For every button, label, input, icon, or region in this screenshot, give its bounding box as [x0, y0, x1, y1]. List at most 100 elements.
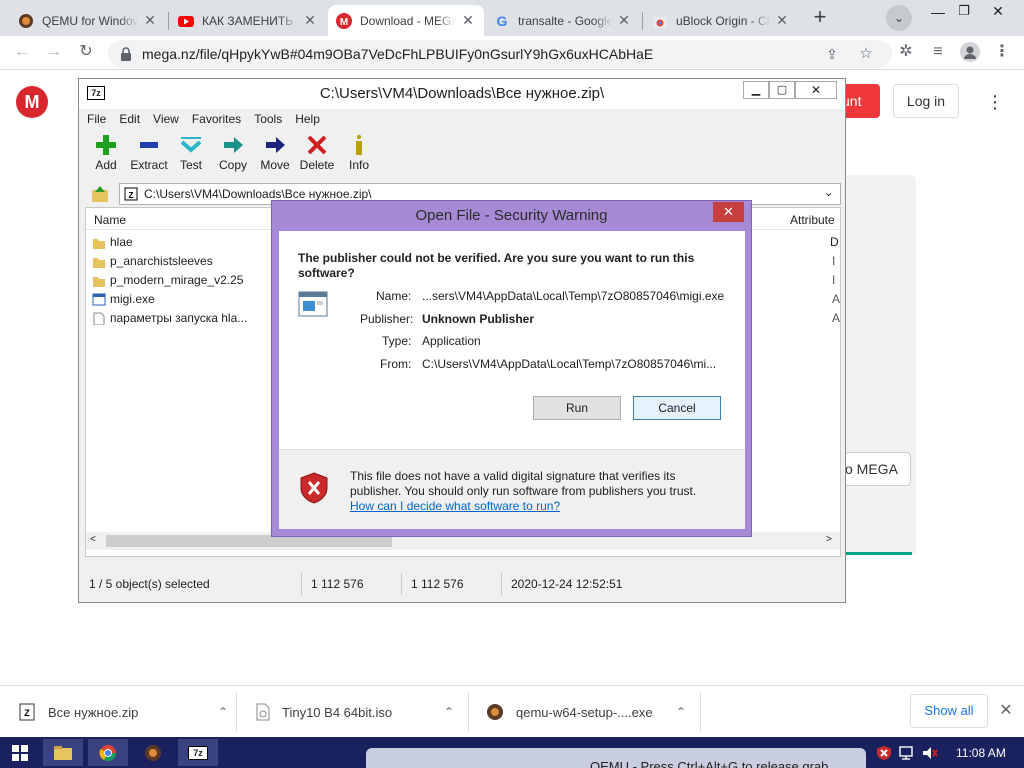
close-tab-icon[interactable]: ✕	[774, 12, 790, 29]
tab-strip: QEMU for Windows ✕ КАК ЗАМЕНИТЬ ✕ M Down…	[0, 0, 1024, 36]
delete-button[interactable]: Delete	[294, 131, 340, 172]
download-item[interactable]: Z Все нужное.zip ⌃	[18, 686, 228, 738]
download-options-icon[interactable]: ⌃	[218, 705, 228, 719]
menu-edit[interactable]: Edit	[119, 109, 140, 129]
minimize-icon[interactable]: ▁	[743, 81, 769, 99]
taskbar-explorer[interactable]	[43, 739, 83, 766]
tab-google[interactable]: G transalte - Google ✕	[486, 5, 640, 36]
close-window-icon[interactable]: ✕	[986, 3, 1010, 21]
7zip-title: C:\Users\VM4\Downloads\Все нужное.zip\	[319, 85, 605, 102]
tab-mega[interactable]: M Download - MEGA ✕	[328, 5, 484, 36]
taskbar-clock[interactable]: 11:08 AM	[956, 746, 1006, 760]
new-tab-button[interactable]: +	[806, 4, 834, 32]
create-account-button[interactable]: unt	[840, 84, 880, 118]
taskbar-chrome[interactable]	[88, 739, 128, 766]
file-row[interactable]: параметры запуска hla...	[92, 309, 247, 327]
mega-logo[interactable]: M	[16, 86, 48, 118]
download-shelf: Z Все нужное.zip ⌃ Tiny10 B4 64bit.iso ⌃…	[0, 685, 1024, 737]
folder-icon	[93, 238, 105, 249]
mega-icon: M	[336, 12, 352, 29]
test-icon	[180, 137, 202, 153]
dialog-close-button[interactable]: ✕	[713, 202, 744, 222]
disc-file-icon	[256, 703, 270, 721]
google-icon: G	[494, 13, 510, 29]
menu-help[interactable]: Help	[295, 109, 320, 129]
login-button[interactable]: Log in	[893, 84, 959, 118]
7zip-app-icon: 7z	[188, 745, 208, 760]
copy-icon	[224, 137, 243, 153]
youtube-icon	[178, 13, 194, 29]
test-button[interactable]: Test	[168, 131, 214, 172]
move-button[interactable]: Move	[252, 131, 298, 172]
qemu-icon	[145, 744, 161, 761]
share-icon[interactable]: ⇪	[822, 44, 842, 64]
delete-icon	[307, 135, 327, 155]
menu-favorites[interactable]: Favorites	[192, 109, 241, 129]
file-row[interactable]: hlae	[92, 233, 133, 251]
tab-youtube[interactable]: КАК ЗАМЕНИТЬ ✕	[170, 5, 326, 36]
address-bar[interactable]: mega.nz/file/qHpykYwB#04m9OBa7VeDcFhLPBU…	[108, 40, 892, 68]
forward-icon[interactable]: →	[44, 42, 64, 62]
close-tab-icon[interactable]: ✕	[460, 12, 476, 29]
close-tab-icon[interactable]: ✕	[616, 12, 632, 29]
browser-menu-icon[interactable]: ⋮	[992, 42, 1012, 62]
minimize-icon[interactable]: —	[928, 4, 948, 20]
file-row[interactable]: p_anarchistsleeves	[92, 252, 213, 270]
scroll-left-icon[interactable]: <	[90, 534, 96, 545]
reload-icon[interactable]: ↻	[76, 42, 96, 62]
show-all-downloads-button[interactable]: Show all	[910, 694, 988, 728]
taskbar-qemu[interactable]	[133, 739, 173, 766]
close-icon[interactable]: ✕	[795, 81, 837, 99]
extract-button[interactable]: Extract	[126, 131, 172, 172]
network-tray-icon[interactable]	[899, 745, 915, 761]
menu-view[interactable]: View	[153, 109, 179, 129]
volume-muted-tray-icon[interactable]	[922, 745, 938, 761]
mega-menu-icon[interactable]: ⋮	[986, 92, 1004, 112]
menu-tools[interactable]: Tools	[254, 109, 282, 129]
close-tab-icon[interactable]: ✕	[142, 12, 158, 29]
download-item[interactable]: Tiny10 B4 64bit.iso ⌃	[254, 686, 454, 738]
close-download-shelf-icon[interactable]: ✕	[996, 700, 1016, 720]
dialog-title: Open File - Security Warning	[415, 207, 608, 224]
restore-icon[interactable]: ❐	[954, 3, 974, 21]
extensions-icon[interactable]: ✲	[896, 42, 916, 62]
download-item[interactable]: qemu-w64-setup-....exe ⌃	[486, 686, 686, 738]
file-explorer-icon	[54, 745, 72, 760]
address-dropdown-icon[interactable]: ⌄	[824, 186, 833, 199]
add-icon	[96, 135, 116, 155]
run-button[interactable]: Run	[533, 396, 621, 420]
media-queue-icon[interactable]: ≡	[928, 42, 948, 62]
import-to-mega-button[interactable]: o MEGA	[844, 452, 911, 486]
chrome-icon	[99, 744, 117, 761]
download-options-icon[interactable]: ⌃	[444, 705, 454, 719]
attr-cell: A	[832, 311, 841, 325]
svg-text:M: M	[340, 17, 348, 28]
copy-button[interactable]: Copy	[210, 131, 256, 172]
close-tab-icon[interactable]: ✕	[302, 12, 318, 29]
column-name[interactable]: Name	[94, 213, 126, 227]
start-button[interactable]	[0, 739, 40, 766]
add-button[interactable]: Add	[83, 131, 129, 172]
security-alert-tray-icon[interactable]	[876, 745, 892, 761]
cancel-button[interactable]: Cancel	[633, 396, 721, 420]
tab-ublock[interactable]: uBlock Origin - Chrome ✕	[644, 5, 798, 36]
column-attributes[interactable]: Attribute	[790, 213, 835, 227]
taskbar-7zip[interactable]: 7z	[178, 739, 218, 766]
info-button[interactable]: Info	[336, 131, 382, 172]
warning-text: This file does not have a valid digital …	[350, 469, 697, 498]
scroll-right-icon[interactable]: >	[826, 534, 832, 545]
back-icon[interactable]: ←	[12, 42, 32, 62]
menu-file[interactable]: File	[87, 109, 106, 129]
tab-search-chevron-icon[interactable]: ⌄	[886, 5, 912, 31]
tab-qemu[interactable]: QEMU for Windows ✕	[10, 5, 166, 36]
file-row[interactable]: p_modern_mirage_v2.25	[92, 271, 243, 289]
download-progress-bar	[846, 552, 912, 555]
download-options-icon[interactable]: ⌃	[676, 705, 686, 719]
profile-avatar[interactable]	[960, 42, 980, 62]
bookmark-star-icon[interactable]: ☆	[856, 44, 876, 64]
folder-up-icon[interactable]	[91, 185, 109, 203]
maximize-icon[interactable]: ▢	[769, 81, 795, 99]
svg-text:Z: Z	[24, 708, 30, 718]
help-link[interactable]: How can I decide what software to run?	[350, 499, 560, 513]
file-row[interactable]: migi.exe	[92, 290, 155, 308]
